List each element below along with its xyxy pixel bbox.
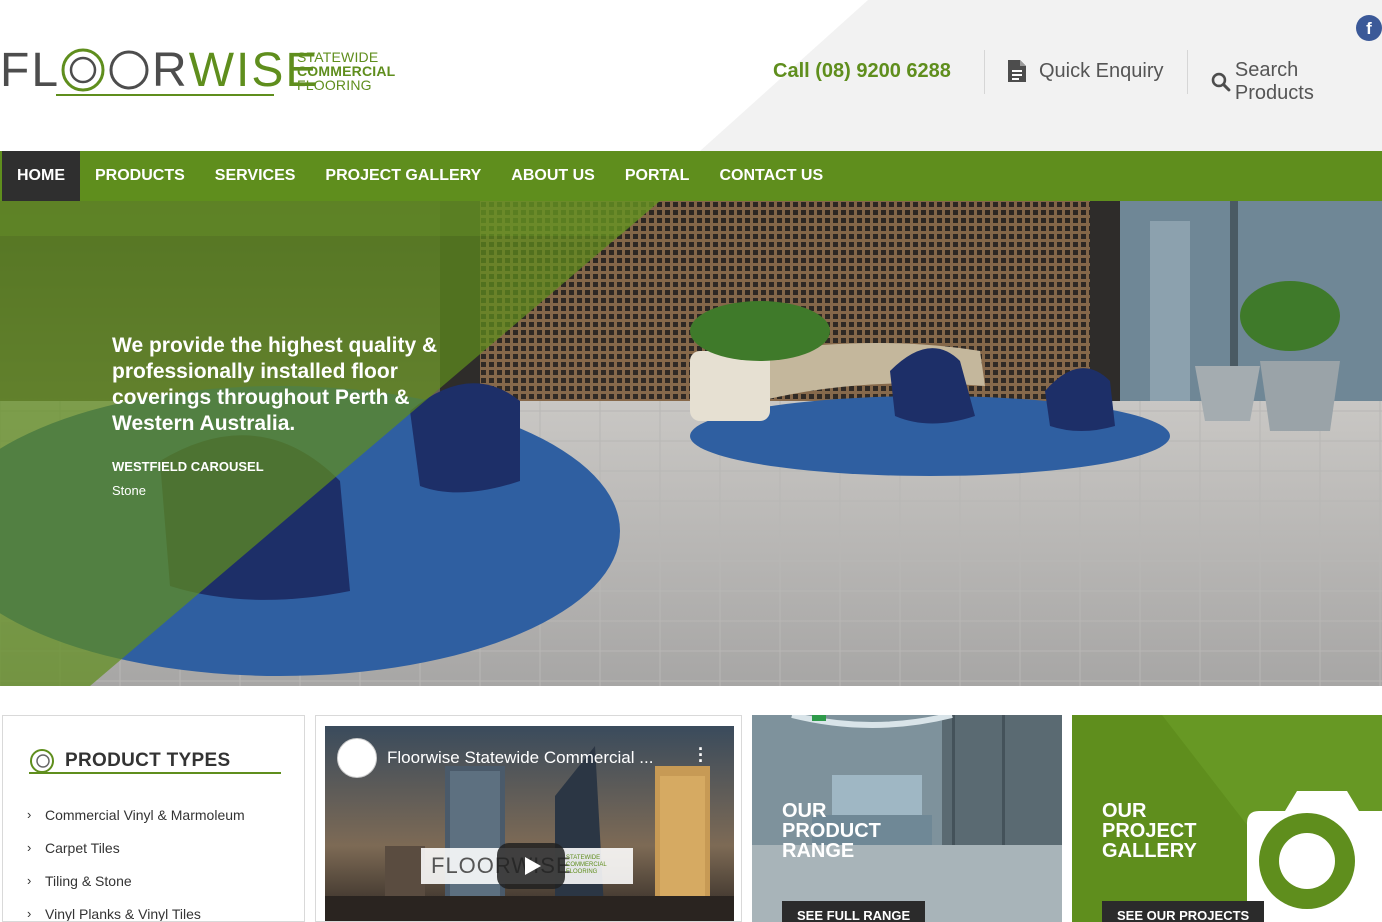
hero-headline: We provide the highest quality & profess…	[112, 334, 438, 435]
facebook-icon[interactable]: f	[1356, 15, 1382, 41]
product-type-item[interactable]: › Commercial Vinyl & Marmoleum	[27, 807, 245, 840]
header-divider	[984, 50, 985, 94]
product-type-label: Vinyl Planks & Vinyl Tiles	[45, 906, 201, 922]
product-type-label: Carpet Tiles	[45, 840, 120, 856]
quick-enquiry-link[interactable]: Quick Enquiry	[1007, 59, 1164, 83]
logo-text-left: FL	[0, 43, 61, 97]
product-types-header: PRODUCT TYPES	[29, 748, 230, 774]
channel-avatar[interactable]	[337, 738, 377, 778]
see-full-range-button[interactable]: SEE FULL RANGE	[782, 901, 926, 922]
see-our-projects-button[interactable]: SEE OUR PROJECTS	[1102, 901, 1265, 922]
tile-title-line: GALLERY	[1102, 840, 1197, 862]
tile-title-line: OUR	[1102, 800, 1147, 822]
tagline-line-1: STATEWIDE	[297, 49, 379, 65]
chevron-right-icon: ›	[27, 906, 32, 921]
main-navigation: HOME PRODUCTS SERVICES PROJECT GALLERY A…	[0, 151, 1382, 201]
chevron-right-icon: ›	[27, 807, 32, 822]
nav-item-products[interactable]: PRODUCTS	[80, 151, 200, 201]
hero-caption: We provide the highest quality & profess…	[112, 333, 442, 498]
header-divider	[1187, 50, 1188, 94]
nav-item-contact-us[interactable]: CONTACT US	[704, 151, 838, 201]
nav-item-portal[interactable]: PORTAL	[610, 151, 705, 201]
more-vertical-icon[interactable]: · · ·	[698, 740, 704, 770]
nav-item-services[interactable]: SERVICES	[200, 151, 311, 201]
product-types-divider	[29, 772, 281, 774]
logo-text-r: R	[152, 43, 189, 97]
site-logo[interactable]: FL R WISE	[0, 43, 319, 98]
logo-tagline: STATEWIDE COMMERCIAL FLOORING	[297, 50, 395, 92]
logo-o-icon	[61, 48, 105, 92]
search-products-link[interactable]: Search Products	[1211, 59, 1382, 105]
video-player[interactable]: Floorwise Statewide Commercial ... ··· F…	[325, 726, 734, 921]
nav-item-project-gallery[interactable]: PROJECT GALLERY	[310, 151, 496, 201]
product-range-title: OUR PRODUCT RANGE	[782, 801, 881, 861]
project-gallery-tile[interactable]: OUR PROJECT GALLERY SEE OUR PROJECTS	[1072, 715, 1382, 922]
tile-title-line: PROJECT	[1102, 820, 1197, 842]
project-gallery-title: OUR PROJECT GALLERY	[1102, 801, 1197, 861]
tile-title-line: OUR	[782, 800, 827, 822]
product-types-card: PRODUCT TYPES › Commercial Vinyl & Marmol…	[2, 715, 305, 922]
product-types-list: › Commercial Vinyl & Marmoleum › Carpet Ti…	[27, 807, 245, 922]
video-logo-tag-line: STATEWIDE	[566, 855, 601, 861]
product-type-item[interactable]: › Carpet Tiles	[27, 840, 245, 873]
product-type-label: Commercial Vinyl & Marmoleum	[45, 807, 245, 823]
hero-banner: We provide the highest quality & profess…	[0, 201, 1382, 686]
tagline-line-3: FLOORING	[297, 77, 372, 93]
product-types-title: PRODUCT TYPES	[65, 750, 231, 771]
product-type-item[interactable]: › Vinyl Planks & Vinyl Tiles	[27, 906, 245, 922]
tagline-line-2: COMMERCIAL	[297, 63, 396, 79]
video-logo-tag-line: COMMERCIAL	[566, 862, 607, 868]
call-link[interactable]: Call (08) 9200 6288	[773, 60, 951, 83]
quick-enquiry-label: Quick Enquiry	[1039, 59, 1164, 82]
tile-title-line: RANGE	[782, 840, 855, 862]
product-type-item[interactable]: › Tiling & Stone	[27, 873, 245, 906]
floorwise-o-icon	[30, 749, 54, 773]
document-icon	[1008, 60, 1026, 82]
nav-item-about-us[interactable]: ABOUT US	[496, 151, 610, 201]
search-icon	[1211, 72, 1231, 92]
logo-wordmark: FL R WISE	[0, 43, 319, 98]
hero-project-name[interactable]: WESTFIELD CAROUSEL	[112, 459, 442, 474]
hero-project-material: Stone	[112, 483, 146, 498]
play-icon[interactable]	[497, 843, 565, 889]
chevron-right-icon: ›	[27, 873, 32, 888]
video-title[interactable]: Floorwise Statewide Commercial ...	[387, 748, 653, 768]
video-logo-tag-line: FLOORING	[566, 869, 598, 875]
search-products-label: Search Products	[1234, 59, 1314, 104]
chevron-right-icon: ›	[27, 840, 32, 855]
product-type-label: Tiling & Stone	[45, 873, 132, 889]
logo-o2-icon	[109, 50, 149, 90]
video-logo-tagline: STATEWIDE COMMERCIAL FLOORING	[566, 855, 607, 876]
logo-underline	[56, 94, 274, 96]
tile-title-line: PRODUCT	[782, 820, 881, 842]
product-range-tile[interactable]: OUR PRODUCT RANGE SEE FULL RANGE	[752, 715, 1062, 922]
site-header: FL R WISE STATEWIDE COMMERCIAL FLOORING f…	[0, 0, 1382, 151]
video-card: Floorwise Statewide Commercial ... ··· F…	[315, 715, 742, 922]
nav-item-home[interactable]: HOME	[2, 151, 80, 201]
